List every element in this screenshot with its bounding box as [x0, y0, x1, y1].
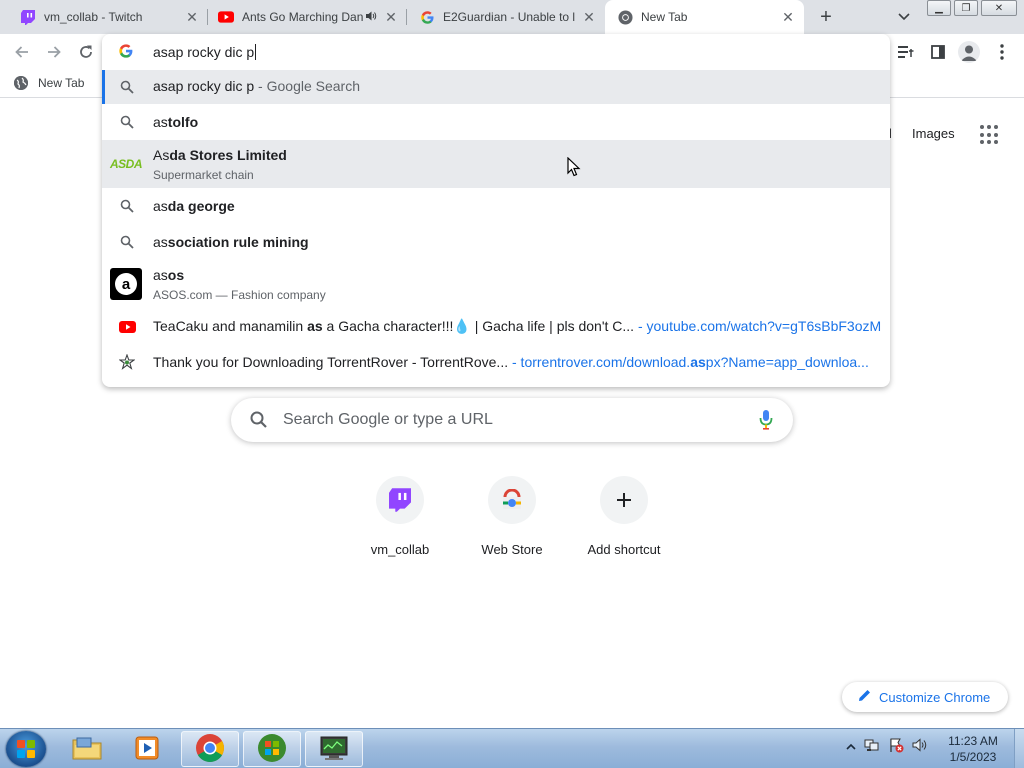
suggestion-entity-asos[interactable]: a asos ASOS.com — Fashion company [102, 260, 890, 308]
taskbar-media-player[interactable] [118, 731, 176, 767]
profile-avatar[interactable] [958, 41, 980, 63]
taskbar-network-monitor[interactable] [305, 731, 363, 767]
customize-label: Customize Chrome [879, 689, 991, 705]
close-icon[interactable]: ✕ [581, 9, 597, 25]
tab-title: Ants Go Marching Dance [242, 10, 363, 24]
taskbar-clock[interactable]: 11:23 AM 1/5/2023 [936, 733, 1010, 765]
shortcut-vm-collab[interactable]: vm_collab [350, 476, 450, 557]
tab-title: New Tab [641, 10, 688, 24]
side-panel-icon[interactable] [927, 42, 949, 62]
start-button[interactable] [6, 731, 46, 767]
suggestion-item[interactable]: asda george [102, 188, 890, 224]
tab-title: vm_collab - Twitch [44, 10, 143, 24]
suggestion-entity-asda[interactable]: ASDA Asda Stores Limited Supermarket cha… [102, 140, 890, 188]
reading-list-icon[interactable] [895, 42, 917, 62]
back-button[interactable] [10, 40, 34, 64]
omnibox-dropdown: asap rocky dic p asap rocky dic p - Goog… [102, 34, 890, 387]
bookmark-label: New Tab [38, 76, 85, 90]
volume-icon[interactable] [912, 737, 928, 756]
restore-button[interactable]: ❐ [954, 0, 978, 16]
shortcut-web-store[interactable]: Web Store [462, 476, 562, 557]
mouse-cursor-icon [567, 156, 581, 177]
windows-taskbar: 11:23 AM 1/5/2023 [0, 728, 1024, 768]
tab-strip: vm_collab - Twitch ✕ Ants Go Marching Da… [0, 0, 1024, 34]
search-placeholder: Search Google or type a URL [283, 411, 493, 428]
explorer-icon [71, 735, 103, 764]
menu-dots-icon[interactable] [991, 42, 1013, 62]
tab-search-chevron-icon[interactable] [893, 7, 915, 27]
ntp-search-box[interactable]: Search Google or type a URL [231, 398, 793, 442]
chrome-icon [195, 733, 225, 766]
shortcut-add[interactable]: Add shortcut [574, 476, 674, 557]
suggestion-item[interactable]: astolfo [102, 104, 890, 140]
webstore-icon [488, 476, 536, 524]
youtube-icon [118, 318, 136, 336]
shortcut-label: Add shortcut [587, 542, 661, 557]
search-icon [249, 410, 269, 430]
suggestion-history-youtube[interactable]: TeaCaku and manamilin as a Gacha charact… [102, 308, 890, 344]
shortcut-label: vm_collab [370, 542, 430, 557]
asos-logo: a [110, 268, 142, 300]
google-icon [419, 9, 435, 25]
windows-logo-icon [17, 740, 35, 758]
show-desktop-button[interactable] [1014, 729, 1024, 768]
search-icon [118, 78, 136, 96]
network-monitor-icon [318, 735, 350, 764]
system-tray [846, 737, 928, 756]
search-icon [118, 197, 136, 215]
action-center-flag-icon[interactable] [888, 737, 904, 756]
suggestion-item[interactable]: association rule mining [102, 224, 890, 260]
chrome-icon [617, 9, 633, 25]
selection-indicator [102, 70, 105, 104]
youtube-icon [218, 9, 234, 25]
close-icon[interactable]: ✕ [383, 9, 399, 25]
tab-new-tab[interactable]: New Tab ✕ [605, 0, 804, 34]
suggestion-history-torrentrover[interactable]: Thank you for Downloading TorrentRover -… [102, 344, 890, 380]
window-controls: ▁ ❐ ✕ [927, 0, 1020, 16]
reload-button[interactable] [74, 40, 98, 64]
globe-icon [14, 76, 28, 90]
omnibox-text: asap rocky dic p [153, 44, 257, 60]
taskbar-explorer[interactable] [58, 731, 116, 767]
close-window-button[interactable]: ✕ [981, 0, 1017, 16]
forward-button[interactable] [42, 40, 66, 64]
twitch-icon [20, 9, 36, 25]
new-tab-button[interactable]: + [814, 5, 838, 29]
bookmark-new-tab[interactable]: New Tab [14, 76, 84, 90]
clock-date: 1/5/2023 [949, 750, 997, 764]
google-icon [118, 43, 136, 61]
asda-logo: ASDA [109, 157, 143, 171]
tab-twitch[interactable]: vm_collab - Twitch ✕ [0, 0, 208, 34]
address-bar-input[interactable]: asap rocky dic p [102, 34, 890, 70]
pencil-icon [858, 689, 871, 705]
twitch-icon [376, 476, 424, 524]
tab-youtube[interactable]: Ants Go Marching Dance ✕ [208, 0, 407, 34]
customize-chrome-button[interactable]: Customize Chrome [842, 682, 1008, 712]
minimize-button[interactable]: ▁ [927, 0, 951, 16]
tab-title: E2Guardian - Unable to load [443, 10, 575, 24]
google-apps-icon[interactable] [980, 125, 1000, 145]
images-link[interactable]: Images [912, 126, 955, 141]
network-icon[interactable] [864, 737, 880, 756]
taskbar-chrome[interactable] [181, 731, 239, 767]
windows-logo-icon [257, 733, 287, 766]
tab-e2guardian[interactable]: E2Guardian - Unable to load ✕ [407, 0, 605, 34]
show-hidden-icons-icon[interactable] [846, 740, 856, 754]
clock-time: 11:23 AM [948, 734, 998, 748]
microphone-icon[interactable] [759, 409, 773, 431]
search-icon [118, 113, 136, 131]
close-icon[interactable]: ✕ [780, 9, 796, 25]
torrentrover-icon [118, 353, 136, 371]
close-icon[interactable]: ✕ [184, 9, 200, 25]
speaker-icon[interactable] [365, 10, 377, 25]
media-player-icon [133, 734, 161, 765]
taskbar-windows-app[interactable] [243, 731, 301, 767]
shortcut-label: Web Store [481, 542, 543, 557]
suggestion-google-search[interactable]: asap rocky dic p - Google Search [102, 70, 890, 104]
search-icon [118, 233, 136, 251]
plus-icon [600, 476, 648, 524]
